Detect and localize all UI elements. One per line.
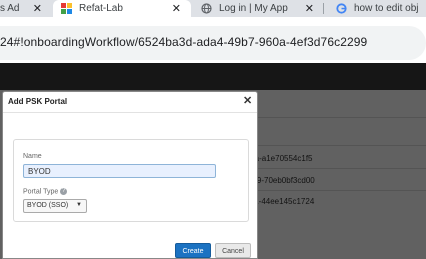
form-panel: Name BYOD Portal Type? BYOD (SSO) ▼ <box>13 139 249 222</box>
tab-google-search[interactable]: how to edit obj <box>330 0 426 17</box>
tab-login[interactable]: Log in | My App ✕ <box>196 0 320 17</box>
name-label: Name <box>23 153 42 160</box>
cancel-button[interactable]: Cancel <box>215 243 251 258</box>
help-icon[interactable]: ? <box>60 188 68 195</box>
close-icon[interactable]: ✕ <box>243 94 252 107</box>
tab-title: Log in | My App <box>219 3 288 14</box>
portal-type-select[interactable]: BYOD (SSO) ▼ <box>23 199 87 213</box>
dialog-title: Add PSK Portal <box>8 97 68 106</box>
caret-down-icon: ▼ <box>76 202 82 208</box>
dialog-header: Add PSK Portal ✕ <box>3 92 257 113</box>
name-field[interactable]: BYOD <box>23 164 216 178</box>
close-icon[interactable]: ✕ <box>33 2 42 15</box>
portal-type-label-row: Portal Type? <box>23 188 68 196</box>
tab-title: Refat-Lab <box>79 3 123 14</box>
tab-ads[interactable]: s Ad ✕ <box>0 0 48 17</box>
globe-icon <box>201 3 212 14</box>
portal-type-selected: BYOD (SSO) <box>27 202 69 209</box>
portal-type-label: Portal Type <box>23 188 59 196</box>
close-icon[interactable]: ✕ <box>172 2 181 15</box>
google-icon <box>336 3 347 14</box>
browser-tab-strip: s Ad ✕ Refat-Lab ✕ Log in | My App ✕ how… <box>0 0 426 17</box>
tab-refat-lab[interactable]: Refat-Lab ✕ <box>53 0 191 17</box>
tab-separator <box>323 3 324 14</box>
refat-lab-favicon-icon <box>61 3 72 14</box>
address-bar-url[interactable]: 24#!onboardingWorkflow/6524ba3d-ada4-49b… <box>0 35 367 49</box>
close-icon[interactable]: ✕ <box>305 2 314 15</box>
tab-title: how to edit obj <box>354 3 419 14</box>
create-button[interactable]: Create <box>175 243 211 258</box>
add-psk-portal-dialog: Add PSK Portal ✕ Name BYOD Portal Type? … <box>2 91 258 259</box>
tab-title: s Ad <box>0 3 20 14</box>
